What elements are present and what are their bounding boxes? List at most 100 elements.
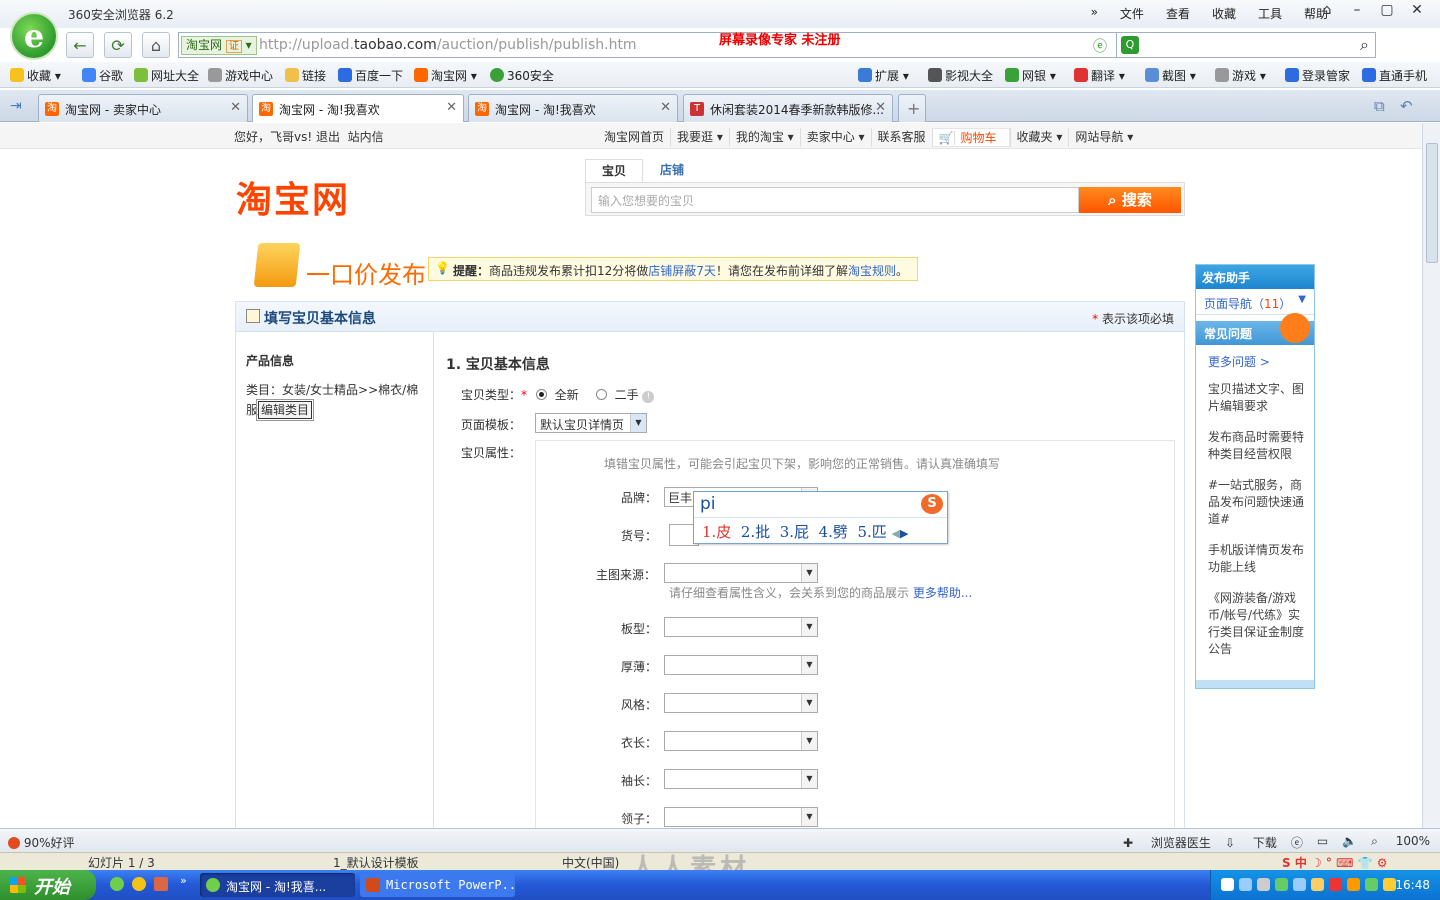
browser-doctor[interactable]: ✚ 浏览器医生 [1123,834,1211,851]
taobao-logo[interactable]: 淘宝网 [236,171,350,223]
close-icon[interactable]: ✕ [230,100,241,115]
scroll-down-handle[interactable] [1196,680,1314,688]
fav-collect[interactable]: 收藏 ▾ [10,67,61,84]
undo-close-icon[interactable]: ↶ [1400,97,1413,115]
fav-extensions[interactable]: 扩展 ▾ [858,67,909,84]
back-button[interactable]: ← [66,32,94,58]
inbox-link[interactable]: 站内信 [348,130,384,144]
ime-candidate[interactable]: 5.匹 [857,523,886,541]
thickness-select[interactable]: ▼ [664,655,818,675]
page-nav-dropdown[interactable]: 页面导航（11） ▼ [1196,289,1314,315]
edit-category-button[interactable]: 编辑类目 [256,399,315,421]
faq-item[interactable]: 手机版详情页发布功能上线 [1208,542,1308,576]
360-tray-icon[interactable] [1275,878,1288,891]
tab-seller-center[interactable]: 淘淘宝网 - 卖家中心 ✕ [38,94,248,122]
more-help-link[interactable]: 更多帮助... [913,586,972,600]
zoom-level[interactable]: ⌕ 100% [1371,834,1430,851]
taobao-rules-link[interactable]: 淘宝规则 [848,264,896,278]
search-input[interactable]: 输入您想要的宝贝 [591,187,1079,213]
ime-candidate[interactable]: 4.劈 [819,523,848,541]
fav-google[interactable]: 谷歌 [82,67,123,84]
ime-candidate[interactable]: 2.批 [741,523,770,541]
fav-mobile[interactable]: 直通手机 [1362,67,1427,84]
warning-icon[interactable] [1383,878,1396,891]
sleeve-select[interactable]: ▼ [664,769,818,789]
fav-screenshot[interactable]: 截图 ▾ [1145,67,1196,84]
compat-icon[interactable]: ▭ [1317,834,1328,851]
nav-seller-center[interactable]: 卖家中心 ▾ [799,128,871,147]
close-icon[interactable]: ✕ [660,100,671,115]
security-icon[interactable] [1347,878,1360,891]
prev-page-icon[interactable]: ◀ [892,527,900,540]
more-questions-link[interactable]: 更多问题 > [1208,353,1270,370]
fav-bank[interactable]: 网银 ▾ [1005,67,1056,84]
360-quicklaunch-icon[interactable] [132,877,146,891]
menu-file[interactable]: 文件 [1120,5,1144,22]
style-select[interactable]: ▼ [664,693,818,713]
ie-quicklaunch-icon[interactable] [110,877,124,891]
nav-site-map[interactable]: 网站导航 ▾ [1068,128,1139,147]
nav-customer-service[interactable]: 联系客服 [870,128,932,147]
next-page-icon[interactable]: ▶ [900,527,908,540]
close-icon[interactable]: ✕ [875,100,886,115]
shirt-icon[interactable]: ⌂ [1312,2,1342,18]
menu-tools[interactable]: 工具 [1258,5,1282,22]
maximize-button[interactable]: ▢ [1372,2,1402,18]
start-button[interactable]: 开始 [0,870,96,900]
nav-my-taobao[interactable]: 我的淘宝 ▾ [728,128,800,147]
speaker-tray-icon[interactable] [1311,878,1324,891]
speaker-icon[interactable]: 🔈 [1342,834,1357,851]
search-icon[interactable]: ⌕ [1360,35,1369,55]
tab-taobao-like[interactable]: 淘淘宝网 - 淘!我喜欢 ✕ [468,94,678,122]
scrollbar-thumb[interactable] [1426,143,1438,263]
display-icon[interactable] [1293,878,1306,891]
faq-item[interactable]: #一站式服务，商品发布问题快速通道# [1208,477,1308,528]
new-tab-button[interactable]: + [898,94,926,122]
fav-login-manager[interactable]: 登录管家 [1285,67,1350,84]
ime-candidate[interactable]: 1.皮 [702,523,731,541]
nav-cart[interactable]: 🛒 购物车 [931,128,1010,147]
update-icon[interactable] [1365,878,1378,891]
fav-taobao[interactable]: 淘宝网 ▾ [414,67,477,84]
nav-favorites[interactable]: 收藏夹 ▾ [1009,128,1069,147]
ie-icon[interactable]: ⓔ [1291,834,1303,851]
minimize-button[interactable]: – [1342,2,1372,18]
rating-status[interactable]: 90%好评 [8,834,75,851]
task-powerpoint[interactable]: Microsoft PowerP... [360,873,515,897]
ie-mode-icon[interactable]: ⓔ [1093,36,1107,56]
close-icon[interactable]: ✕ [446,100,457,115]
fav-360[interactable]: 360安全 [490,67,554,84]
fav-games[interactable]: 游戏中心 [208,67,273,84]
help-icon[interactable] [1221,878,1234,891]
close-button[interactable]: ✕ [1402,2,1432,18]
fav-sites[interactable]: 网址大全 [134,67,199,84]
faq-item[interactable]: 宝贝描述文字、图片编辑要求 [1208,381,1308,415]
url-text[interactable]: http://upload.taobao.com/auction/publish… [259,37,637,53]
fav-game[interactable]: 游戏 ▾ [1215,67,1266,84]
fav-translate[interactable]: 翻译 ▾ [1074,67,1125,84]
system-clock[interactable]: 16:48 [1395,878,1430,892]
qq-icon[interactable] [1329,878,1342,891]
tab-publish[interactable]: 淘淘宝网 - 淘!我喜欢 ✕ [252,94,464,122]
browser-search-input[interactable]: Q ⌕ [1116,32,1376,58]
search-button[interactable]: ⌕ 搜索 [1079,187,1181,213]
image-source-select[interactable]: ▼ [664,563,818,583]
menu-view[interactable]: 查看 [1166,5,1190,22]
logout-link[interactable]: 退出 [316,130,340,144]
search-engine-icon[interactable]: Q [1121,36,1139,54]
tab-item-search[interactable]: 宝贝 [585,159,643,183]
menu-favorites[interactable]: 收藏 [1212,5,1236,22]
nav-browse[interactable]: 我要逛 ▾ [670,128,729,147]
page-scrollbar[interactable] [1422,123,1440,828]
faq-item[interactable]: 《网游装备/游戏币/帐号/代练》实行类目保证金制度公告 [1208,590,1308,658]
menu-chevron-icon[interactable]: » [1091,5,1098,22]
tab-product[interactable]: T 休闲套装2014春季新款韩版修... ✕ [683,94,893,122]
ime-status-bar[interactable]: S 中 ☽ ° ⌨ 👕 ⚙ [1282,854,1388,871]
fav-links[interactable]: 链接 [285,67,326,84]
task-browser[interactable]: 淘宝网 - 淘!我喜... [200,873,355,897]
type-used-radio[interactable]: 二手 ! [596,386,655,403]
tab-shop-search[interactable]: 店铺 [643,159,701,183]
sidebar-toggle-icon[interactable]: ⇥ [10,98,22,114]
shop-block-link[interactable]: 店铺屏蔽7天 [648,264,716,278]
refresh-button[interactable]: ⟳ [104,32,132,58]
